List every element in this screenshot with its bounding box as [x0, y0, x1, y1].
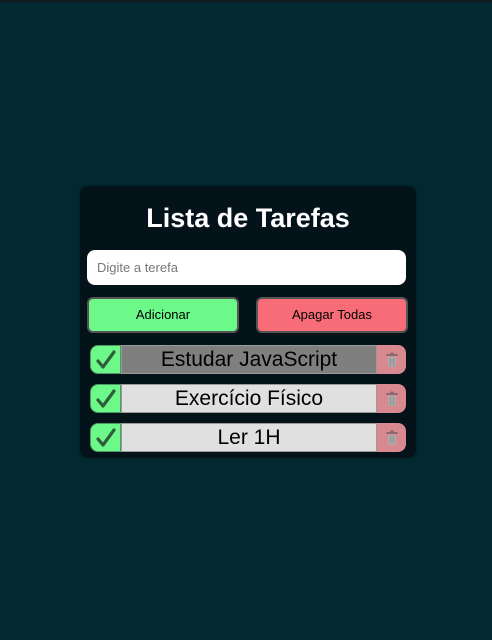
trash-icon: [385, 352, 398, 367]
checkmark-icon: [95, 388, 116, 408]
complete-task-button[interactable]: [90, 384, 121, 413]
complete-task-button[interactable]: [90, 423, 121, 452]
trash-icon: [385, 391, 398, 406]
task-input[interactable]: [87, 250, 406, 285]
task-text[interactable]: Estudar JavaScript: [121, 345, 377, 374]
checkmark-icon: [95, 427, 116, 447]
task-item: Exercício Físico: [90, 384, 406, 413]
task-text[interactable]: Ler 1H: [121, 423, 377, 452]
add-task-button[interactable]: Adicionar: [87, 297, 239, 333]
task-item: Estudar JavaScript: [90, 345, 406, 374]
delete-task-button[interactable]: [377, 423, 406, 452]
clear-all-button[interactable]: Apagar Todas: [256, 297, 408, 333]
task-item: Ler 1H: [90, 423, 406, 452]
delete-task-button[interactable]: [377, 345, 406, 374]
trash-icon: [385, 430, 398, 445]
task-text[interactable]: Exercício Físico: [121, 384, 377, 413]
complete-task-button[interactable]: [90, 345, 121, 374]
todo-card: Lista de Tarefas Adicionar Apagar Todas …: [80, 186, 416, 458]
page-title: Lista de Tarefas: [146, 203, 350, 233]
delete-task-button[interactable]: [377, 384, 406, 413]
checkmark-icon: [95, 349, 116, 369]
